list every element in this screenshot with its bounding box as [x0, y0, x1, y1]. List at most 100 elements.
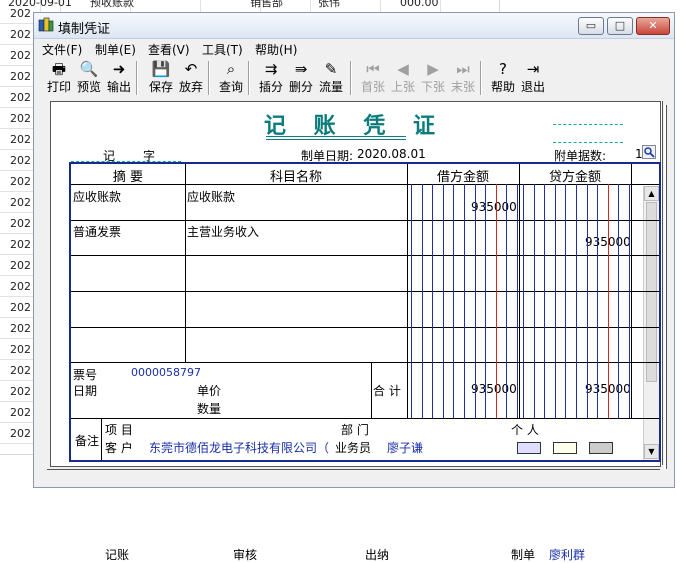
card-icon[interactable] — [517, 442, 541, 454]
toolbar-button-undo[interactable]: ↶ 放弃 — [176, 59, 206, 97]
amount-digit-line — [629, 184, 630, 418]
toolbar-label: 退出 — [520, 80, 545, 94]
entry-account[interactable]: 主营业务收入 — [187, 223, 259, 240]
toolbar-button-delete-row[interactable]: ⇛ 删分 — [286, 59, 316, 97]
menu-file[interactable]: 文件(F) — [42, 41, 82, 58]
toolbar-button-next-record[interactable]: ▶ 下张 — [418, 59, 448, 97]
menu-tools[interactable]: 工具(T) — [202, 41, 243, 58]
menu-view[interactable]: 查看(V) — [148, 41, 190, 58]
customer-label: 客 户 — [105, 441, 133, 455]
amount-digit-line — [618, 184, 619, 418]
menu-edit[interactable]: 制单(E) — [95, 41, 136, 58]
toolbar-label: 预览 — [76, 80, 101, 94]
column-debit: 借方金额 — [436, 170, 489, 185]
toolbar-button-prev-record[interactable]: ◀ 上张 — [388, 59, 418, 97]
column-summary: 摘 要 — [112, 170, 144, 185]
grid-col-line — [371, 362, 372, 418]
insert-row-icon: ⇉ — [264, 60, 278, 78]
grid-col-line — [407, 164, 408, 418]
sheet-cell: 202 — [10, 280, 31, 293]
sheet-cell: 202 — [10, 70, 31, 83]
toolbar-separator — [480, 61, 482, 95]
abacus-icon[interactable] — [589, 442, 613, 454]
sheet-cell: 202 — [10, 49, 31, 62]
personal-label: 个 人 — [511, 423, 539, 437]
scroll-up-icon[interactable]: ▲ — [644, 186, 659, 201]
minimize-button[interactable]: ▭ — [578, 17, 604, 35]
sheet-cell: 202 — [10, 196, 31, 209]
salesperson-name[interactable]: 廖子谦 — [387, 439, 423, 456]
unit-price-label: 单价 — [197, 384, 222, 398]
lookup-icon[interactable] — [642, 145, 656, 159]
export-icon: ➜ — [112, 60, 126, 78]
remarks-label: 备注 — [75, 434, 100, 448]
toolbar-label: 末张 — [450, 80, 475, 94]
prev-record-icon: ◀ — [397, 60, 409, 78]
voucher-window: 填制凭证 ▭ □ ✕ 文件(F) 制单(E) 查看(V) 工具(T) 帮助(H)… — [33, 12, 675, 562]
amount-digit-line — [443, 184, 444, 418]
toolbar-button-printer[interactable]: 🖶 打印 — [44, 59, 74, 97]
close-button[interactable]: ✕ — [636, 17, 670, 35]
ticket-number[interactable]: 0000058797 — [131, 366, 201, 379]
first-record-icon: ⏮ — [366, 60, 380, 78]
toolbar-button-binoculars[interactable]: ⌕ 查询 — [216, 59, 246, 97]
entry-debit[interactable]: 935000 — [471, 200, 517, 214]
amount-digit-line — [544, 184, 545, 418]
toolbar-button-last-record[interactable]: ⏭ 末张 — [448, 59, 478, 97]
toolbar-button-cashflow[interactable]: ✎ 流量 — [316, 59, 346, 97]
toolbar-separator — [208, 61, 210, 95]
amount-digit-line — [422, 184, 423, 418]
toolbar-button-preview[interactable]: 🔍 预览 — [74, 59, 104, 97]
grid-row-line — [71, 255, 659, 256]
toolbar-button-save[interactable]: 💾 保存 — [146, 59, 176, 97]
toolbar-button-help[interactable]: ? 帮助 — [488, 59, 518, 97]
entry-account[interactable]: 应收账款 — [187, 188, 235, 205]
grid-row-line — [71, 418, 659, 419]
sheet-cell: 202 — [10, 217, 31, 230]
dashed-line — [553, 142, 623, 143]
help-icon: ? — [499, 60, 507, 78]
menu-help[interactable]: 帮助(H) — [255, 41, 297, 58]
amount-digit-line — [608, 184, 609, 418]
exit-icon: ⇥ — [526, 60, 540, 78]
grid-col-line — [185, 164, 186, 362]
calculator-icon[interactable] — [553, 442, 577, 454]
scroll-thumb[interactable] — [646, 202, 657, 382]
toolbar-button-export[interactable]: ➜ 输出 — [104, 59, 134, 97]
delete-row-icon: ⇛ — [294, 60, 308, 78]
scroll-down-icon[interactable]: ▼ — [644, 444, 659, 459]
total-label: 合 计 — [373, 384, 401, 398]
grid-row-line — [71, 362, 659, 363]
toolbar-button-exit[interactable]: ⇥ 退出 — [518, 59, 548, 97]
undo-icon: ↶ — [184, 60, 198, 78]
maximize-button[interactable]: □ — [607, 17, 633, 35]
preparer-name: 廖利群 — [549, 548, 586, 562]
amount-digit-line — [453, 184, 454, 418]
amount-digit-line — [475, 184, 476, 418]
toolbar-label: 保存 — [148, 80, 173, 94]
toolbar-label: 输出 — [106, 80, 131, 94]
amount-digit-line — [555, 184, 556, 418]
menu-bar: 文件(F) 制单(E) 查看(V) 工具(T) 帮助(H) — [34, 39, 674, 59]
cashier-label: 出纳 — [365, 548, 390, 562]
bookkeeper-label: 记账 — [105, 548, 130, 562]
toolbar-label: 插分 — [258, 80, 283, 94]
grid-row-line — [71, 220, 659, 221]
date-row-label: 日期 — [73, 384, 98, 398]
last-record-icon: ⏭ — [456, 60, 470, 78]
toolbar-button-first-record[interactable]: ⏮ 首张 — [358, 59, 388, 97]
save-icon: 💾 — [151, 60, 171, 78]
toolbar-button-insert-row[interactable]: ⇉ 插分 — [256, 59, 286, 97]
sheet-cell: 202 — [10, 364, 31, 377]
toolbar-label: 上张 — [390, 80, 415, 94]
binoculars-icon: ⌕ — [226, 60, 236, 78]
title-bar[interactable]: 填制凭证 ▭ □ ✕ — [34, 13, 674, 39]
department-label: 部 门 — [341, 423, 369, 437]
entry-summary[interactable]: 应收账款 — [73, 188, 121, 205]
voucher-date[interactable]: 2020.08.01 — [357, 147, 426, 161]
customer-name[interactable]: 东莞市德佰龙电子科技有限公司（ — [149, 439, 329, 456]
grid-row-line — [71, 327, 659, 328]
entry-summary[interactable]: 普通发票 — [73, 223, 121, 240]
sheet-cell: 202 — [10, 427, 31, 440]
total-debit: 935000 — [471, 382, 517, 396]
